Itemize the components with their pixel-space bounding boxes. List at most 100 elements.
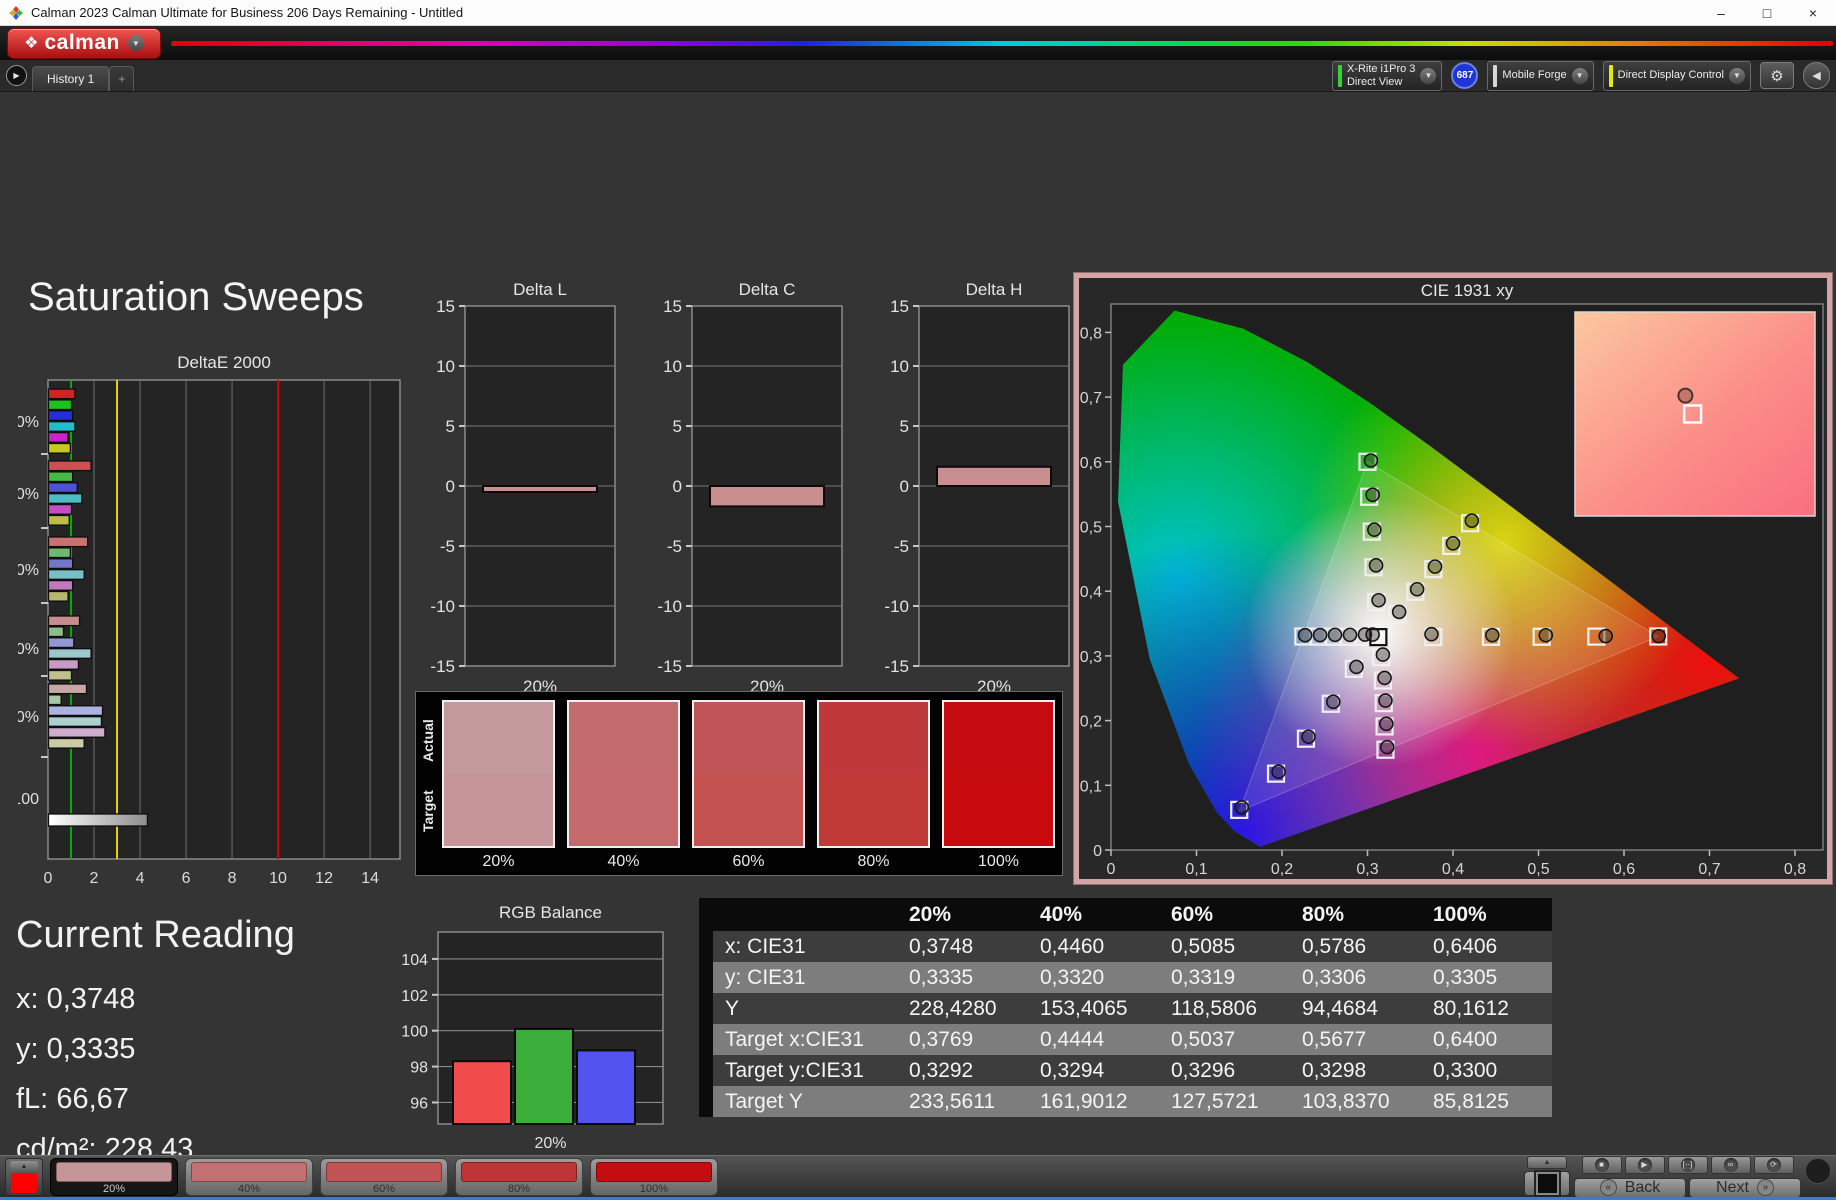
pattern-panel-up-button[interactable]: ▲ <box>10 1160 38 1172</box>
pattern-corner-panel: ▲ <box>5 1157 43 1196</box>
actual-color <box>694 702 803 774</box>
table-col-header: 60% <box>1159 898 1290 931</box>
source-dropdown[interactable]: Mobile Forge ▼ <box>1487 60 1594 91</box>
strip-swatch: 40% <box>567 700 680 871</box>
pattern-button-20%[interactable]: 20% <box>50 1157 178 1196</box>
back-button[interactable]: « Back <box>1574 1177 1686 1198</box>
green-measured <box>1365 487 1380 503</box>
interval-button[interactable]: [··] <box>1667 1155 1708 1174</box>
svg-text:8: 8 <box>228 870 237 887</box>
red-measured <box>1485 627 1500 643</box>
delta-bar <box>482 485 598 493</box>
red-measured <box>1598 628 1614 644</box>
display-control-dropdown[interactable]: Direct Display Control ▼ <box>1602 60 1751 91</box>
pattern-button-80%[interactable]: 80% <box>455 1157 583 1196</box>
pattern-button-100%[interactable]: 100% <box>590 1157 718 1196</box>
meter-count-badge[interactable]: 687 <box>1451 62 1479 89</box>
table-cell: 0,3769 <box>897 1024 1028 1055</box>
pattern-swatch <box>56 1161 172 1182</box>
chevron-left-icon: ◀ <box>1812 70 1821 82</box>
deltae-bar <box>47 410 74 422</box>
close-icon[interactable]: × <box>1790 0 1836 25</box>
red-measured <box>1424 626 1439 642</box>
transport-up-button[interactable]: ▲ <box>1527 1155 1567 1169</box>
magenta-measured <box>1375 647 1391 662</box>
loop-button[interactable]: ∞ <box>1710 1155 1751 1174</box>
svg-text:20%: 20% <box>534 1135 566 1152</box>
swatch-box <box>817 700 930 848</box>
settings-button[interactable]: ⚙ <box>1760 62 1794 89</box>
strip-row-label: Target <box>420 790 436 832</box>
green-measured <box>1367 522 1382 538</box>
svg-text:0,3: 0,3 <box>1356 861 1378 878</box>
pattern-swatch <box>326 1161 442 1182</box>
deltae2000-chart: DeltaE 2000 0 2 4 6 8 10 12 14 100% 80% 60% 40% 20% 10… <box>18 353 401 887</box>
add-tab-button[interactable]: + <box>109 66 135 91</box>
table-row: Target y:CIE31 0,3292 0,3294 0,3296 0,3298 0,… <box>699 1055 1552 1086</box>
svg-text:104: 104 <box>401 952 428 969</box>
play-button[interactable]: ▶ <box>1624 1155 1665 1174</box>
deltae-bar <box>47 726 106 738</box>
deltae-bar <box>47 503 73 515</box>
svg-text:10: 10 <box>890 357 909 376</box>
svg-text:5: 5 <box>900 417 909 436</box>
source-status-bar <box>1493 64 1498 87</box>
svg-text:0,4: 0,4 <box>1442 861 1464 878</box>
deltae-bar <box>47 421 76 432</box>
table-cell: 0,3335 <box>897 962 1028 993</box>
svg-text:0,4: 0,4 <box>1080 584 1102 601</box>
svg-text:14: 14 <box>361 870 379 887</box>
maximize-icon[interactable]: □ <box>1744 0 1790 25</box>
table-cell: 153,4065 <box>1028 993 1159 1024</box>
svg-text:-10: -10 <box>430 597 455 616</box>
deltae-bar <box>47 442 72 454</box>
target-color <box>444 774 553 846</box>
svg-text:0,6: 0,6 <box>1613 861 1635 878</box>
next-button[interactable]: Next » <box>1689 1177 1801 1198</box>
table-cell: 233,5611 <box>897 1086 1028 1117</box>
table-cell: 85,8125 <box>1421 1086 1552 1117</box>
meter-dropdown[interactable]: X-Rite i1Pro 3 Direct View ▼ <box>1331 60 1443 91</box>
tab-scroll-button[interactable]: ▶ <box>6 65 27 86</box>
row-label: Target Y <box>713 1086 897 1117</box>
refresh-button[interactable]: ⟳ <box>1753 1155 1794 1174</box>
minimize-icon[interactable]: – <box>1698 0 1744 25</box>
blue-measured <box>1326 694 1341 710</box>
svg-text:5: 5 <box>446 417 455 436</box>
display-control-name: Direct Display Control <box>1617 69 1724 82</box>
blue-measured <box>1234 799 1250 815</box>
deltae-bar <box>47 705 104 717</box>
svg-text:0: 0 <box>446 477 455 496</box>
calman-menu-button[interactable]: ❖ calman ▼ <box>7 27 161 59</box>
table-cell: 0,4444 <box>1028 1024 1159 1055</box>
strip-swatch: 60% <box>692 700 805 871</box>
table-cell: 0,5037 <box>1159 1024 1290 1055</box>
current-reading-title: Current Reading <box>16 914 295 956</box>
table-gutter <box>699 962 713 993</box>
pattern-button-40%[interactable]: 40% <box>185 1157 313 1196</box>
tab-history-1[interactable]: History 1 <box>32 66 110 91</box>
collapse-panel-button[interactable]: ◀ <box>1803 62 1830 89</box>
table-row: y: CIE31 0,3335 0,3320 0,3319 0,3306 0,3305 <box>699 962 1552 993</box>
stop-pattern-button[interactable] <box>1524 1170 1570 1196</box>
table-cell: 0,3306 <box>1290 962 1421 993</box>
pattern-button-60%[interactable]: 60% <box>320 1157 448 1196</box>
svg-text:6: 6 <box>182 870 191 887</box>
table-cell: 0,4460 <box>1028 931 1159 962</box>
green-measured <box>1368 558 1384 573</box>
svg-text:CIE 1931 xy: CIE 1931 xy <box>1421 281 1514 300</box>
gear-icon: ⚙ <box>1770 67 1784 85</box>
deltae-bar-white <box>47 813 149 827</box>
svg-text:0,2: 0,2 <box>1271 861 1293 878</box>
target-color <box>819 774 928 846</box>
stop-button[interactable]: ■ <box>1581 1155 1622 1174</box>
deltae-bar <box>47 514 70 526</box>
deltae-bar <box>47 737 85 749</box>
table-row: Target Y 233,5611 161,9012 127,5721 103,8370… <box>699 1086 1552 1117</box>
refresh-icon: ⟳ <box>1766 1157 1781 1172</box>
svg-text:DeltaE 2000: DeltaE 2000 <box>177 353 271 372</box>
deltae-bar <box>47 615 81 627</box>
table-cell: 0,3300 <box>1421 1055 1552 1086</box>
status-dot <box>1805 1157 1831 1184</box>
svg-text:-15: -15 <box>657 657 682 676</box>
